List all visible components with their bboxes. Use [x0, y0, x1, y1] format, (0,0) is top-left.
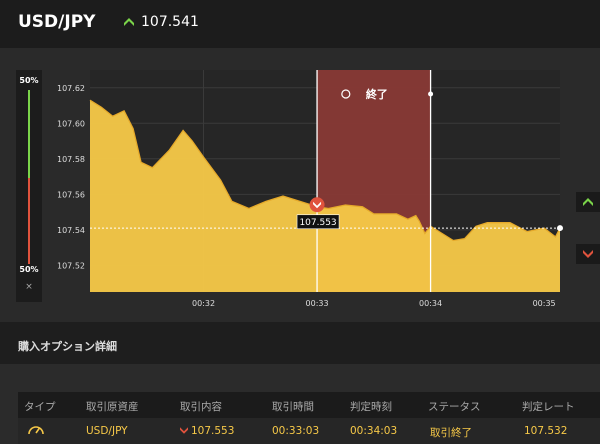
- table-header-row: タイプ 取引原資産 取引内容 取引時間 判定時刻 ステータス 判定レート: [18, 392, 600, 418]
- cell-content: 107.553: [180, 425, 234, 437]
- cell-asset: USD/JPY: [86, 425, 128, 437]
- column-header-judge-time: 判定時刻: [350, 401, 392, 413]
- low-button[interactable]: [576, 244, 600, 264]
- current-rate-value: 107.541: [141, 14, 199, 30]
- details-table: タイプ 取引原資産 取引内容 取引時間 判定時刻 ステータス 判定レート USD…: [18, 392, 600, 444]
- column-header-status: ステータス: [428, 401, 481, 413]
- price-chart[interactable]: 終了 107.62 107.60 107.58 107.56 107.54 107.52 00…: [42, 48, 576, 322]
- y-tick-label: 107.62: [57, 84, 85, 93]
- option-type-icon: [26, 420, 46, 443]
- y-tick-label: 107.54: [57, 226, 85, 235]
- high-button[interactable]: [576, 192, 600, 212]
- y-tick-label: 107.60: [57, 119, 85, 128]
- ratio-low-label: 50%: [19, 265, 39, 274]
- ratio-low-bar: [28, 178, 30, 264]
- column-header-asset: 取引原資産: [86, 401, 139, 413]
- column-header-time: 取引時間: [272, 401, 314, 413]
- period-label: 終了: [366, 87, 388, 101]
- gauge-icon: [28, 426, 44, 435]
- details-title: 購入オプション詳細: [18, 340, 117, 353]
- up-arrow-icon: [583, 198, 593, 206]
- x-tick-label: 00:35: [533, 299, 556, 308]
- down-arrow-icon: [583, 250, 593, 258]
- x-tick-label: 00:34: [419, 299, 442, 308]
- column-header-type: タイプ: [24, 401, 56, 413]
- down-arrow-icon: [180, 427, 188, 434]
- current-rate-display: 107.541: [124, 14, 199, 30]
- close-icon[interactable]: ×: [16, 282, 42, 292]
- column-header-judge-rate: 判定レート: [522, 401, 575, 413]
- x-tick-label: 00:32: [192, 299, 215, 308]
- current-rate-dot: [557, 225, 563, 232]
- header-bar: USD/JPY 107.541: [0, 0, 600, 48]
- ratio-high-label: 50%: [19, 76, 39, 85]
- up-arrow-icon: [124, 18, 134, 26]
- cell-content-value: 107.553: [191, 425, 235, 437]
- column-header-content: 取引内容: [180, 401, 222, 413]
- cell-judge-time: 00:34:03: [350, 425, 398, 437]
- cell-judge-rate: 107.532: [524, 425, 568, 437]
- y-tick-label: 107.52: [57, 261, 85, 270]
- entry-rate-label: 107.553: [299, 218, 336, 228]
- details-section-header: 購入オプション詳細: [0, 322, 600, 364]
- period-end-marker: [428, 91, 434, 97]
- y-tick-label: 107.58: [57, 155, 85, 164]
- cell-time: 00:33:03: [272, 425, 320, 437]
- entry-marker: [309, 197, 325, 213]
- y-tick-label: 107.56: [57, 190, 85, 199]
- x-tick-label: 00:33: [306, 299, 329, 308]
- ratio-high-bar: [28, 90, 30, 178]
- cell-status: 取引終了: [430, 427, 472, 439]
- table-row[interactable]: USD/JPY 107.553 00:33:03 00:34:03 取引終了 1…: [18, 418, 600, 444]
- sentiment-ratio-panel: 50% 50% ×: [16, 70, 42, 302]
- symbol-title: USD/JPY: [18, 12, 96, 32]
